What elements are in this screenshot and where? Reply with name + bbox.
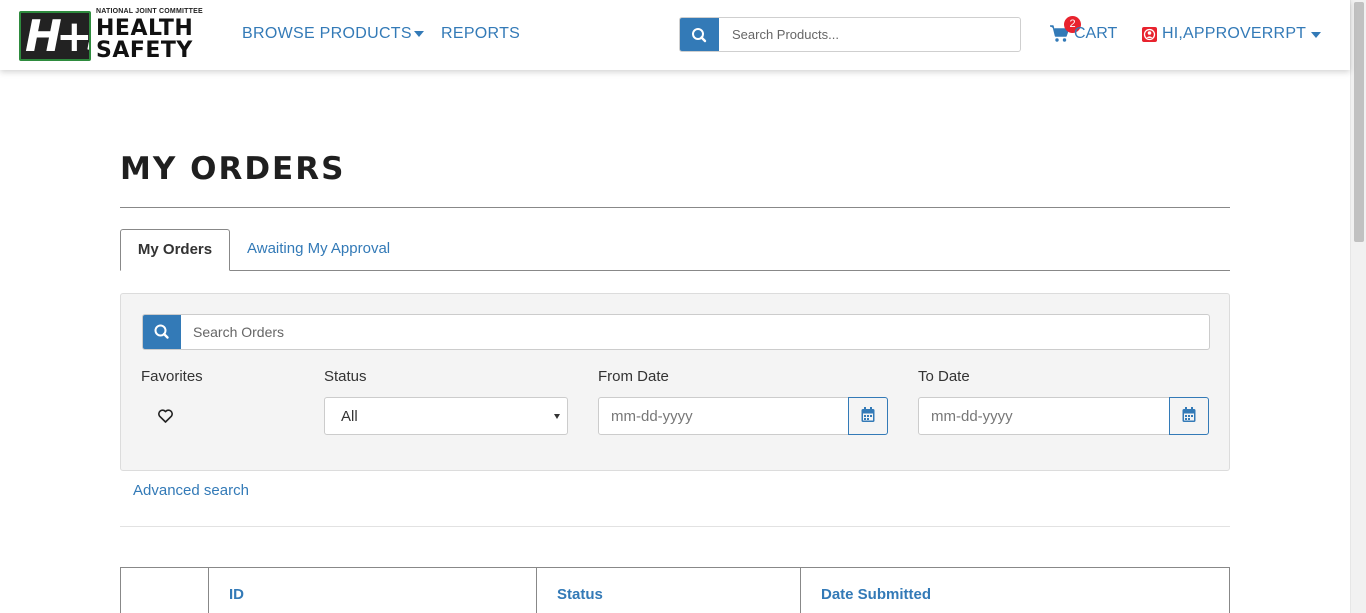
product-search-input[interactable] [719,18,1020,51]
status-selected-value: All [341,408,358,425]
logo-mark-text: H+S [25,11,89,61]
search-icon [692,28,707,43]
to-date-calendar-button[interactable] [1169,397,1209,435]
chevron-down-icon [1311,32,1321,38]
nav-browse-products[interactable]: BROWSE PRODUCTS [242,25,412,43]
chevron-down-icon[interactable] [414,31,424,37]
calendar-icon [861,407,875,422]
title-divider [120,207,1230,208]
logo-line-1: HEALTH [96,16,194,41]
tab-awaiting-my-approval[interactable]: Awaiting My Approval [247,240,390,257]
order-search-input[interactable] [181,315,1209,349]
from-date-calendar-button[interactable] [848,397,888,435]
column-header-id[interactable]: ID [208,568,536,613]
nav-reports[interactable]: REPORTS [441,25,520,43]
column-header-label: Date Submitted [821,586,932,603]
tabs-divider [120,270,1230,271]
cart-label: CART [1074,25,1118,42]
order-filter-panel: Favorites Status All From Date To D [120,293,1230,471]
from-date-input[interactable] [598,397,850,435]
calendar-icon [1182,407,1196,422]
user-icon [1142,27,1157,42]
order-search [142,314,1210,350]
to-date-input[interactable] [918,397,1171,435]
page-scrollbar[interactable] [1350,0,1366,613]
page: H+S NATIONAL JOINT COMMITTEE HEALTH SAFE… [0,0,1366,613]
column-header-status[interactable]: Status [536,568,800,613]
site-logo[interactable]: H+S NATIONAL JOINT COMMITTEE HEALTH SAFE… [19,8,214,62]
column-header-select [121,568,208,613]
search-icon [154,324,169,339]
user-greeting: HI,APPROVERRPT [1162,25,1307,42]
column-header-label: Status [557,586,603,603]
status-select[interactable]: All [324,397,568,435]
product-search [679,17,1021,52]
logo-mark: H+S [19,11,91,61]
column-header-date-submitted[interactable]: Date Submitted [800,568,1229,613]
order-search-button[interactable] [143,315,181,349]
top-header: H+S NATIONAL JOINT COMMITTEE HEALTH SAFE… [0,0,1350,70]
product-search-button[interactable] [680,18,719,51]
chevron-down-icon [554,414,560,419]
tab-my-orders[interactable]: My Orders [120,229,230,271]
from-date-label: From Date [598,368,669,385]
to-date-label: To Date [918,368,970,385]
cart-link[interactable]: 2 CART [1050,16,1120,46]
scrollbar-thumb[interactable] [1354,2,1364,242]
status-label: Status [324,368,367,385]
advanced-search-link[interactable]: Advanced search [133,482,249,499]
orders-table: ID Status Date Submitted [120,567,1230,613]
favorites-label: Favorites [141,368,203,385]
heart-icon[interactable] [157,408,174,424]
page-title: MY ORDERS [120,151,346,187]
logo-tagline: NATIONAL JOINT COMMITTEE [96,8,203,15]
logo-line-2: SAFETY [96,38,193,63]
column-header-label: ID [229,586,244,603]
section-divider [120,526,1230,527]
